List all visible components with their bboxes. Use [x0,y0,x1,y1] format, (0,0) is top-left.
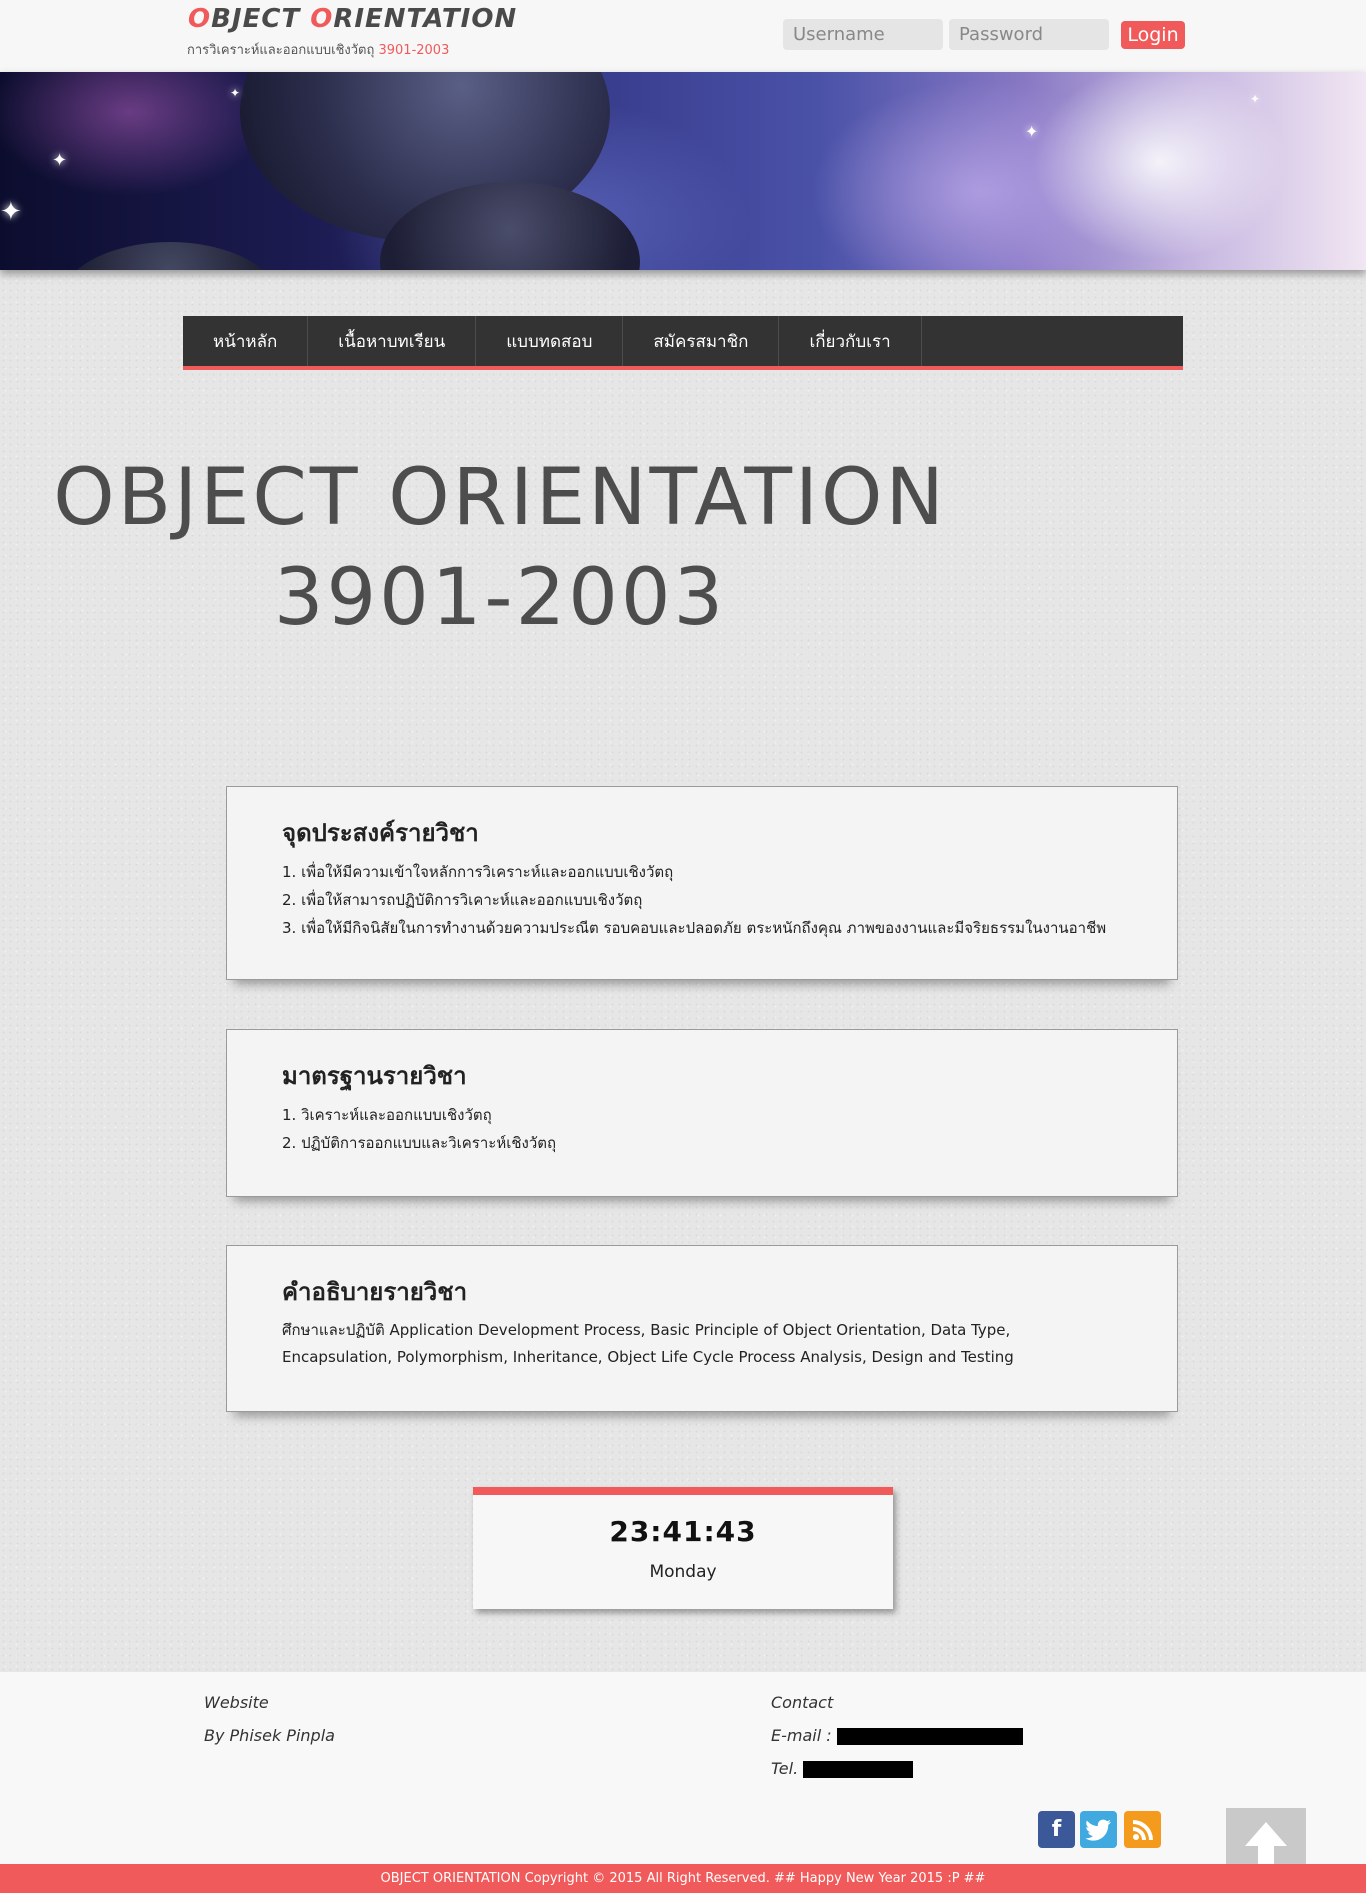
objectives-title: จุดประสงค์รายวิชา [282,819,479,847]
main-nav: หน้าหลัก เนื้อหาบทเรียน แบบทดสอบ สมัครสม… [183,316,1183,370]
list-item: 3. เพื่อให้มีกิจนิสัยในการทำงานด้วยความป… [282,919,1107,937]
star-icon: ✦ [52,150,68,171]
footer-tel-label: Tel. [771,1759,799,1778]
list-item: 1. วิเคราะห์และออกแบบเชิงวัตถุ [282,1106,492,1124]
nav-item-about[interactable]: เกี่ยวกับเรา [779,316,922,366]
space-banner-image: ✦ ✦ ✦ ✦ ✦ [0,72,1366,270]
star-icon: ✦ [1250,92,1261,106]
footer-email-row: E-mail : [771,1719,1023,1752]
twitter-bird-glyph [1085,1819,1111,1841]
footer: Website By Phisek Pinpla Contact E-mail … [0,1672,1366,1864]
description-section: คำอธิบายรายวิชา ศึกษาและปฏิบัติ Applicat… [226,1245,1178,1412]
logo-word2: RIENTATION [333,4,518,34]
clock-time: 23:41:43 [609,1515,757,1548]
hero-title-line2: 3901-2003 [273,553,727,643]
objectives-list: 1. เพื่อให้มีความเข้าใจหลักการวิเคราะห์แ… [282,858,1122,942]
facebook-icon[interactable]: f [1038,1811,1075,1848]
description-title: คำอธิบายรายวิชา [282,1278,468,1306]
site-logo[interactable]: OBJECT ORIENTATION [188,4,517,34]
footer-contact-col: Contact E-mail : Tel. [771,1686,1023,1785]
username-input[interactable] [783,19,943,50]
footer-tel-row: Tel. [771,1752,1023,1785]
standards-section: มาตรฐานรายวิชา 1. วิเคราะห์และออกแบบเชิง… [226,1029,1178,1197]
rss-glyph [1132,1819,1153,1840]
list-item: 1. เพื่อให้มีความเข้าใจหลักการวิเคราะห์แ… [282,863,674,881]
clock-widget: 23:41:43 Monday [473,1487,893,1609]
site-subtitle: การวิเคราะห์และออกแบบเชิงวัตถุ 3901-2003 [187,39,449,60]
redacted-phone [803,1761,914,1778]
objectives-section: จุดประสงค์รายวิชา 1. เพื่อให้มีความเข้าใ… [226,786,1178,980]
description-text: ศึกษาและปฏิบัติ Application Development … [282,1321,1014,1366]
clock-day: Monday [649,1562,717,1582]
star-icon: ✦ [1025,122,1039,141]
footer-contact-heading: Contact [771,1693,834,1712]
subtitle-code: 3901-2003 [378,43,450,58]
footer-email-label: E-mail : [771,1726,832,1745]
nav-item-register[interactable]: สมัครสมาชิก [623,316,780,366]
hero-title-line1: OBJECT ORIENTATION [53,453,947,543]
nav-item-lessons[interactable]: เนื้อหาบทเรียน [308,316,477,366]
nav-item-home[interactable]: หน้าหลัก [183,316,309,366]
rss-icon[interactable] [1124,1811,1161,1848]
top-header: OBJECT ORIENTATION การวิเคราะห์และออกแบบ… [0,0,1366,72]
star-icon: ✦ [0,197,22,227]
list-item: 2. ปฏิบัติการออกแบบและวิเคราะห์เชิงวัตถุ [282,1134,557,1152]
planet-shape [60,242,280,270]
logo-letter-o1: O [188,4,212,34]
nav-item-quiz[interactable]: แบบทดสอบ [476,316,624,366]
standards-title: มาตรฐานรายวิชา [282,1062,467,1090]
footer-website-heading: Website [204,1693,269,1712]
star-icon: ✦ [230,86,241,100]
list-item: 2. เพื่อให้สามารถปฏิบัติการวิเคาะห์และออ… [282,891,643,909]
subtitle-text: การวิเคราะห์และออกแบบเชิงวัตถุ [187,43,379,58]
login-form: Login [783,19,1185,50]
standards-list: 1. วิเคราะห์และออกแบบเชิงวัตถุ 2. ปฏิบัต… [282,1101,1122,1157]
login-button[interactable]: Login [1121,20,1185,49]
logo-word1: BJECT [211,4,311,34]
copyright-bar: OBJECT ORIENTATION Copyright © 2015 All … [0,1864,1366,1893]
footer-author: By Phisek Pinpla [204,1726,335,1745]
footer-website-col: Website By Phisek Pinpla [204,1686,335,1752]
twitter-icon[interactable] [1080,1811,1117,1848]
password-input[interactable] [949,19,1109,50]
redacted-email [836,1728,1023,1745]
hero-title: OBJECT ORIENTATION 3901-2003 [0,448,1000,648]
logo-letter-o2: O [310,4,334,34]
